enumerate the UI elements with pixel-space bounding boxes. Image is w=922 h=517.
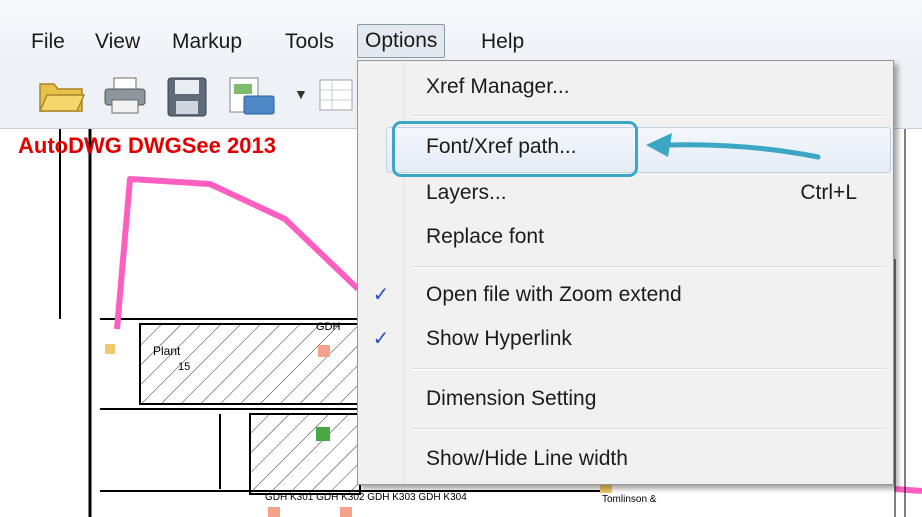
- callout-highlight-box: [392, 121, 638, 177]
- menu-shortcut-layers: Ctrl+L: [800, 181, 857, 204]
- menu-item-xref-manager[interactable]: Xref Manager...: [426, 75, 570, 99]
- menu-separator: [412, 115, 885, 117]
- menu-item-show-hide-line-width[interactable]: Show/Hide Line width: [426, 447, 628, 471]
- menu-view[interactable]: View: [95, 26, 140, 58]
- menu-item-replace-font[interactable]: Replace font: [426, 225, 544, 249]
- save-icon[interactable]: [166, 76, 208, 123]
- menu-item-open-zoom-extend[interactable]: Open file with Zoom extend: [426, 283, 682, 307]
- menu-item-show-hyperlink[interactable]: Show Hyperlink: [426, 327, 572, 351]
- export-image-icon[interactable]: [228, 76, 278, 123]
- print-icon[interactable]: [102, 76, 148, 121]
- menu-separator: [412, 428, 885, 430]
- options-dropdown-menu: Xref Manager... Font/Xref path... Layers…: [357, 60, 894, 485]
- dropdown-arrow-icon[interactable]: ▼: [294, 86, 308, 102]
- menu-help[interactable]: Help: [481, 26, 524, 58]
- callout-arrow-icon: [646, 133, 821, 160]
- checkmark-icon: ✓: [372, 284, 390, 306]
- checkmark-icon: ✓: [372, 328, 390, 350]
- menu-item-dimension-setting[interactable]: Dimension Setting: [426, 387, 596, 411]
- menu-options[interactable]: Options: [357, 24, 446, 58]
- drawing-label: 15: [178, 361, 191, 373]
- menu-item-layers[interactable]: Layers...: [426, 181, 507, 205]
- menu-file[interactable]: File: [31, 26, 65, 58]
- open-folder-icon[interactable]: [38, 76, 86, 121]
- drawing-label: Tomlinson &: [602, 494, 657, 505]
- drawing-label: Plant: [153, 344, 181, 358]
- menu-separator: [412, 266, 885, 268]
- document-title: AutoDWG DWGSee 2013: [18, 133, 276, 158]
- drawing-label: GDH K301 GDH K302 GDH K303 GDH K304: [265, 492, 467, 503]
- menu-bar: File View Markup Tools Options Help: [0, 0, 922, 63]
- view-icon[interactable]: [318, 76, 354, 121]
- menu-tools[interactable]: Tools: [285, 26, 334, 58]
- drawing-label: GDH: [316, 321, 341, 333]
- menu-separator: [412, 368, 885, 370]
- menu-markup[interactable]: Markup: [172, 26, 242, 58]
